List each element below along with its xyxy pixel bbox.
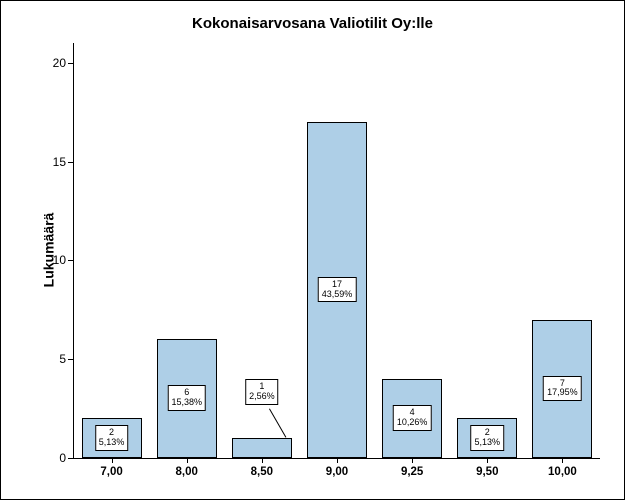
ytick-label: 15 [53, 155, 66, 169]
xtick-mark [487, 458, 488, 463]
chart-title: Kokonaisarvosana Valiotilit Oy:lle [1, 15, 624, 32]
y-axis-label: Lukumäärä [40, 213, 56, 288]
bar-count: 2 [109, 427, 114, 437]
xtick-mark [112, 458, 113, 463]
ytick-label: 0 [59, 451, 66, 465]
ytick-mark [68, 162, 74, 163]
ytick-mark [68, 359, 74, 360]
bar-count: 4 [410, 407, 415, 417]
bar-percent: 43,59% [322, 289, 353, 299]
bar-percent: 2,56% [249, 391, 275, 401]
bar-slot: 25,13% [74, 43, 149, 458]
bar-count: 17 [332, 279, 342, 289]
bar-count: 2 [485, 427, 490, 437]
bar-data-label: 25,13% [471, 425, 505, 451]
bar-count: 6 [184, 387, 189, 397]
xtick-label: 9,50 [476, 466, 498, 478]
bar-data-label: 25,13% [95, 425, 129, 451]
bar-slot: 1743,59% [299, 43, 374, 458]
bar-data-label: 12,56% [245, 379, 279, 405]
bar-percent: 5,13% [99, 437, 125, 447]
ytick-mark [68, 458, 74, 459]
bar-percent: 10,26% [397, 417, 428, 427]
bar-slot: 25,13% [450, 43, 525, 458]
xtick-label: 8,50 [251, 466, 273, 478]
xtick-mark [412, 458, 413, 463]
ytick-mark [68, 260, 74, 261]
bar-percent: 17,95% [547, 387, 578, 397]
xtick-label: 9,25 [401, 466, 423, 478]
bar-slot: 12,56% [224, 43, 299, 458]
xtick-mark [262, 458, 263, 463]
chart-frame: Kokonaisarvosana Valiotilit Oy:lle Lukum… [0, 0, 625, 500]
xtick-mark [562, 458, 563, 463]
ytick-label: 5 [59, 352, 66, 366]
bar-percent: 5,13% [475, 437, 501, 447]
bar [232, 438, 292, 458]
xtick-label: 7,00 [100, 466, 122, 478]
bar-slot: 410,26% [375, 43, 450, 458]
bar-slot: 717,95% [525, 43, 600, 458]
bar-data-label: 1743,59% [318, 277, 357, 303]
ytick-label: 10 [53, 253, 66, 267]
leader-line [269, 409, 286, 438]
bar-data-label: 717,95% [543, 376, 582, 402]
bar-data-label: 615,38% [167, 385, 206, 411]
bar-data-label: 410,26% [393, 405, 432, 431]
ytick-mark [68, 63, 74, 64]
xtick-label: 10,00 [548, 466, 577, 478]
xtick-label: 9,00 [326, 466, 348, 478]
bars-container: 25,13%615,38%12,56%1743,59%410,26%25,13%… [74, 43, 600, 458]
bar-slot: 615,38% [149, 43, 224, 458]
xtick-mark [337, 458, 338, 463]
xtick-label: 8,00 [176, 466, 198, 478]
bar-count: 1 [259, 381, 264, 391]
bar-count: 7 [560, 378, 565, 388]
xtick-mark [187, 458, 188, 463]
ytick-label: 20 [53, 56, 66, 70]
bar-percent: 15,38% [171, 397, 202, 407]
plot-area: 25,13%615,38%12,56%1743,59%410,26%25,13%… [73, 43, 600, 459]
